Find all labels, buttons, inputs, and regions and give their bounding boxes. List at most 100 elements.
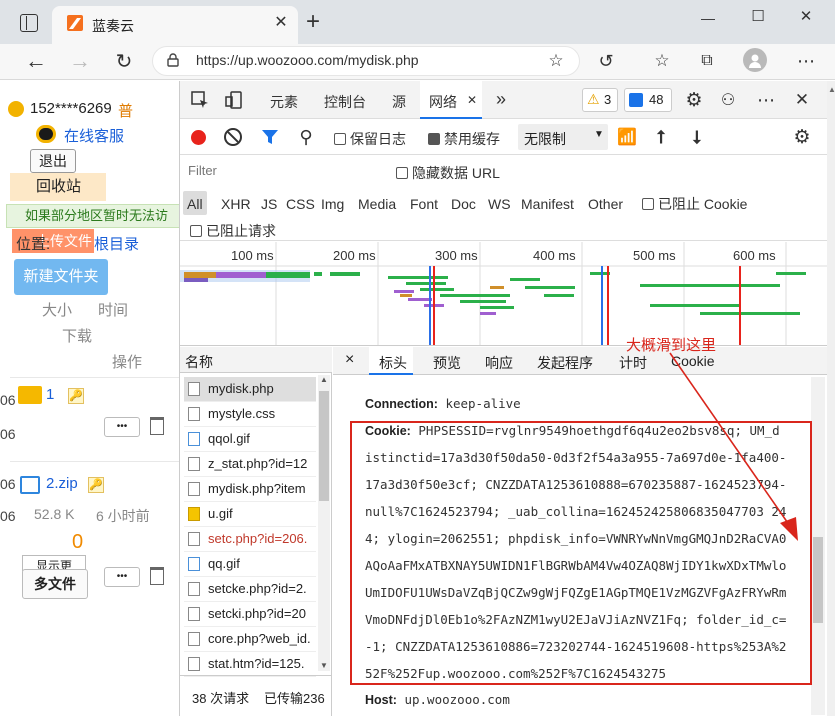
refresh-icon[interactable]: ↻: [112, 50, 136, 73]
recycle-bin-link[interactable]: 回收站: [10, 173, 106, 201]
import-har-icon[interactable]: ⭡: [651, 127, 671, 147]
key-icon[interactable]: 🔑: [68, 388, 84, 404]
refresh-extension-icon[interactable]: ↺: [596, 51, 616, 71]
name-column-header[interactable]: 名称: [185, 352, 213, 372]
minimize-button[interactable]: —: [695, 8, 721, 28]
add-favorite-icon[interactable]: ☆: [546, 51, 566, 71]
close-detail-icon[interactable]: ×: [345, 351, 354, 369]
request-row[interactable]: setcke.php?id=2.: [184, 577, 316, 602]
throttle-select[interactable]: 无限制 ▼: [518, 124, 608, 150]
type-img[interactable]: Img: [321, 196, 344, 212]
search-icon[interactable]: ⚲: [296, 127, 316, 147]
root-dir-link[interactable]: 根目录: [94, 233, 139, 254]
detail-tab-timing[interactable]: 计时: [619, 353, 647, 373]
logout-button[interactable]: 退出: [30, 149, 76, 173]
close-tab-icon[interactable]: ✕: [272, 13, 290, 31]
online-service-link[interactable]: 在线客服: [64, 125, 124, 146]
lock-icon[interactable]: [166, 52, 180, 68]
file-key-icon[interactable]: 🔑: [88, 477, 104, 493]
scrollbar-thumb[interactable]: [319, 391, 329, 501]
request-row[interactable]: mystyle.css: [184, 402, 316, 427]
clear-icon[interactable]: [224, 128, 242, 146]
scroll-up-icon[interactable]: ▲: [828, 85, 835, 94]
request-row[interactable]: setc.php?id=206.: [184, 527, 316, 552]
detail-tab-headers[interactable]: 标头: [379, 353, 407, 373]
favorites-icon[interactable]: ☆: [652, 51, 672, 71]
type-xhr[interactable]: XHR: [221, 196, 251, 212]
preserve-log-checkbox[interactable]: 保留日志: [334, 129, 406, 149]
warnings-badge[interactable]: ⚠ 3: [582, 88, 618, 112]
request-row[interactable]: mydisk.php: [184, 377, 316, 402]
folder-more-button[interactable]: •••: [104, 417, 140, 437]
more-tabs-button[interactable]: »: [496, 89, 506, 110]
browser-tab[interactable]: [52, 6, 298, 44]
blocked-cookie-checkbox[interactable]: 已阻止 Cookie: [642, 194, 747, 214]
checkbox[interactable]: [642, 198, 654, 210]
type-font[interactable]: Font: [410, 196, 438, 212]
device-emulation-icon[interactable]: [224, 90, 244, 110]
delete-file-icon[interactable]: [150, 567, 164, 585]
checkbox[interactable]: [334, 133, 346, 145]
tab-sources[interactable]: 源: [392, 92, 406, 112]
tab-elements[interactable]: 元素: [270, 92, 298, 112]
type-ws[interactable]: WS: [488, 196, 511, 212]
page-scrollbar[interactable]: ▲: [827, 81, 835, 716]
folder-name-link[interactable]: 1: [46, 386, 54, 403]
type-doc[interactable]: Doc: [451, 196, 476, 212]
request-row[interactable]: qqol.gif: [184, 427, 316, 452]
detail-scrollbar-thumb[interactable]: [813, 537, 823, 623]
collections-icon[interactable]: ⧉: [697, 51, 717, 71]
checkbox-checked[interactable]: [428, 133, 440, 145]
export-har-icon[interactable]: ⭣: [687, 127, 707, 147]
forward-icon[interactable]: →: [68, 48, 92, 73]
request-row[interactable]: stat.htm?id=125.: [184, 652, 316, 677]
type-other[interactable]: Other: [588, 196, 623, 212]
close-devtools-icon[interactable]: ✕: [792, 90, 812, 110]
type-css[interactable]: CSS: [286, 196, 315, 212]
request-row[interactable]: z_stat.php?id=12: [184, 452, 316, 477]
hide-data-url-checkbox[interactable]: 隐藏数据 URL: [396, 163, 500, 183]
messages-badge[interactable]: 48: [624, 88, 672, 112]
file-more-button[interactable]: •••: [104, 567, 140, 587]
new-tab-button[interactable]: +: [302, 8, 324, 35]
network-settings-icon[interactable]: ⚙: [792, 127, 812, 148]
customize-icon[interactable]: ⚇: [718, 90, 738, 110]
more-options-icon[interactable]: ⋯: [756, 90, 776, 110]
back-icon[interactable]: ←: [24, 48, 48, 73]
request-row[interactable]: mydisk.php?item: [184, 477, 316, 502]
filter-icon[interactable]: [260, 128, 280, 146]
detail-tab-response[interactable]: 响应: [485, 353, 513, 373]
disable-cache-checkbox[interactable]: 禁用缓存: [428, 129, 500, 149]
scroll-up-icon[interactable]: ▲: [320, 375, 328, 384]
detail-tab-preview[interactable]: 预览: [433, 353, 461, 373]
scroll-down-icon[interactable]: ▼: [320, 661, 328, 670]
maximize-button[interactable]: ☐: [747, 6, 769, 26]
network-conditions-icon[interactable]: 📶: [617, 127, 637, 147]
tab-actions-icon[interactable]: [20, 14, 38, 32]
detail-scrollbar[interactable]: [811, 377, 825, 715]
request-row[interactable]: u.gif: [184, 502, 316, 527]
close-window-button[interactable]: ✕: [795, 6, 817, 26]
filter-input[interactable]: Filter: [184, 158, 380, 182]
checkbox[interactable]: [190, 225, 202, 237]
tab-console[interactable]: 控制台: [324, 92, 366, 112]
close-network-tab-icon[interactable]: ✕: [466, 93, 478, 107]
type-all[interactable]: All: [187, 196, 203, 212]
request-row[interactable]: core.php?web_id.: [184, 627, 316, 652]
blocked-requests-checkbox[interactable]: 已阻止请求: [190, 221, 276, 241]
inspect-element-icon[interactable]: [190, 90, 210, 110]
type-media[interactable]: Media: [358, 196, 396, 212]
checkbox[interactable]: [396, 167, 408, 179]
type-js[interactable]: JS: [261, 196, 277, 212]
more-menu-icon[interactable]: ⋯: [796, 51, 816, 71]
show-more-files-button[interactable]: 多文件: [22, 569, 88, 599]
new-folder-button[interactable]: 新建文件夹: [14, 259, 108, 295]
type-manifest[interactable]: Manifest: [521, 196, 574, 212]
timeline-overview[interactable]: 100 ms 200 ms 300 ms 400 ms 500 ms 600 m…: [180, 242, 827, 346]
settings-gear-icon[interactable]: ⚙: [684, 90, 704, 111]
tab-network[interactable]: 网络: [429, 92, 457, 112]
delete-folder-icon[interactable]: [150, 417, 164, 435]
detail-tab-initiator[interactable]: 发起程序: [537, 353, 593, 373]
profile-avatar[interactable]: [743, 48, 767, 72]
file-name-link[interactable]: 2.zip: [46, 475, 78, 492]
